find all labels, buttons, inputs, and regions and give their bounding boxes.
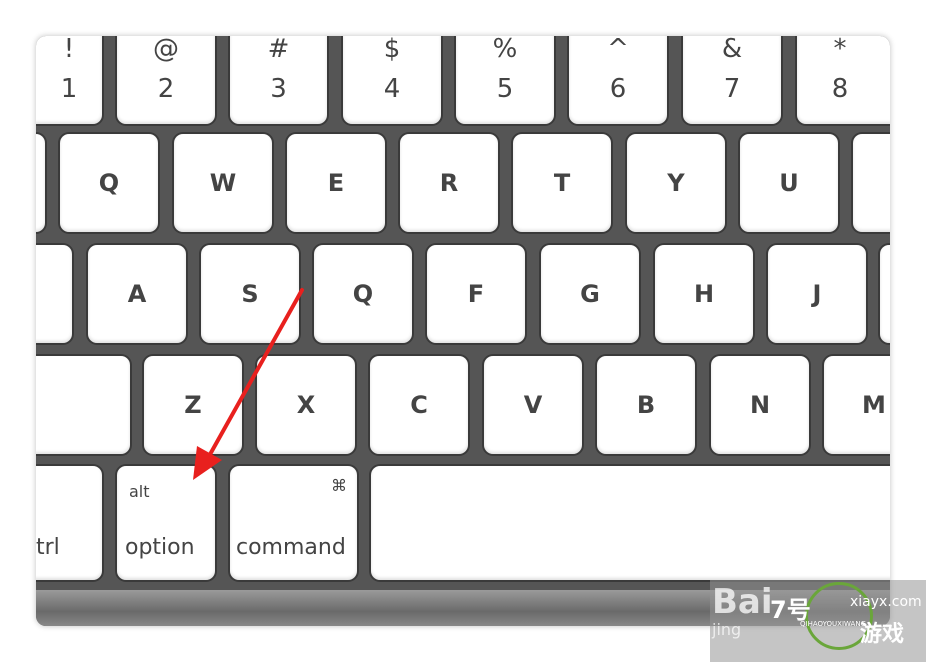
baidu-watermark: Bai <box>712 582 773 622</box>
jingyan-watermark: jing <box>712 620 742 639</box>
site-name: 游戏 <box>860 622 905 647</box>
watermark: Bai jing 7号 xiayx.com QIHAOYOUXIWANG 游戏 <box>710 580 926 662</box>
arrow-head <box>193 446 222 480</box>
arrow-shaft <box>206 288 304 460</box>
logo-subtitle: QIHAOYOUXIWANG <box>800 620 867 628</box>
site-url: xiayx.com <box>850 594 922 610</box>
red-arrow-annotation <box>193 288 304 480</box>
